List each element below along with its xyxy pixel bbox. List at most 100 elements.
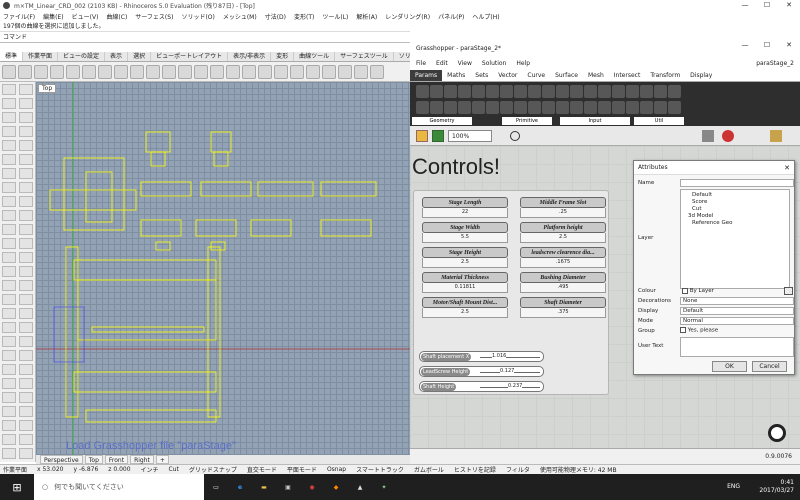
param-value[interactable]: 2.5 [520, 233, 606, 243]
sidebar-tool-icon[interactable] [19, 84, 33, 95]
component-icon[interactable] [458, 101, 471, 114]
sidebar-tool-icon[interactable] [2, 210, 16, 221]
sidebar-tool-icon[interactable] [2, 294, 16, 305]
component-icon[interactable] [500, 85, 513, 98]
colour-swatch[interactable] [784, 287, 793, 295]
gh-close-button[interactable]: ✕ [778, 40, 800, 51]
param-value[interactable]: 5.5 [422, 233, 508, 243]
sidebar-tool-icon[interactable] [2, 168, 16, 179]
sidebar-tool-icon[interactable] [19, 112, 33, 123]
component-icon[interactable] [472, 85, 485, 98]
sidebar-tool-icon[interactable] [19, 196, 33, 207]
layer-tree[interactable]: Default Score Cut 3d Model Reference Geo [680, 189, 790, 289]
sidebar-tool-icon[interactable] [2, 406, 16, 417]
component-icon[interactable] [416, 101, 429, 114]
toolbar-tab[interactable]: 変形 [271, 52, 295, 61]
by-layer-checkbox[interactable] [682, 287, 688, 294]
sidebar-tool-icon[interactable] [2, 322, 16, 333]
sketch-icon[interactable] [770, 130, 782, 142]
layer-item[interactable]: Cut [684, 206, 786, 213]
grasshopper-task-icon[interactable]: ✦ [372, 484, 396, 491]
param-value[interactable]: 2.5 [422, 258, 508, 268]
component-icon[interactable] [668, 85, 681, 98]
component-icon[interactable] [626, 85, 639, 98]
status-item[interactable]: 作業平面 [3, 465, 27, 474]
sidebar-tool-icon[interactable] [19, 98, 33, 109]
status-item[interactable]: フィルタ [506, 465, 530, 474]
number-param[interactable]: Material Thickness 0.11811 [422, 272, 508, 294]
toolbar-tool-icon[interactable] [66, 64, 80, 79]
sidebar-tool-icon[interactable] [2, 154, 16, 165]
sidebar-tool-icon[interactable] [2, 448, 16, 459]
toolbar-tool-icon[interactable] [162, 64, 176, 79]
toolbar-tab[interactable]: 曲線ツール [294, 52, 336, 61]
sidebar-tool-icon[interactable] [19, 392, 33, 403]
slider-value[interactable]: 0.127 [500, 368, 515, 374]
status-item[interactable]: ガムボール [414, 465, 444, 474]
viewport-tab[interactable]: Top [84, 455, 103, 464]
menu-item[interactable]: ファイル(F) [3, 12, 35, 21]
sidebar-tool-icon[interactable] [19, 280, 33, 291]
sidebar-tool-icon[interactable] [19, 252, 33, 263]
open-file-icon[interactable] [416, 130, 428, 142]
sidebar-tool-icon[interactable] [19, 322, 33, 333]
system-tray[interactable]: ENG 0:41 2017/03/27 [727, 479, 800, 495]
sidebar-tool-icon[interactable] [2, 224, 16, 235]
gh-minimize-button[interactable]: — [734, 40, 756, 51]
toolbar-tool-icon[interactable] [146, 64, 160, 79]
number-slider[interactable]: Shaft Height 0.237 [419, 381, 544, 392]
status-item[interactable]: 平面モード [287, 465, 317, 474]
toolbar-tool-icon[interactable] [114, 64, 128, 79]
gh-document-name[interactable]: paraStage_2 [756, 60, 794, 67]
slider-value[interactable]: 1.016 [492, 353, 507, 359]
component-icon[interactable] [486, 101, 499, 114]
sidebar-tool-icon[interactable] [19, 224, 33, 235]
gh-component-tab[interactable]: Sets [470, 70, 493, 81]
toolbar-tab[interactable]: サーフェスツール [335, 52, 394, 61]
toolbar-tool-icon[interactable] [98, 64, 112, 79]
gh-component-tab[interactable]: Curve [522, 70, 550, 81]
component-icon[interactable] [458, 85, 471, 98]
sidebar-tool-icon[interactable] [19, 126, 33, 137]
sidebar-tool-icon[interactable] [19, 364, 33, 375]
component-icon[interactable] [416, 85, 429, 98]
menu-item[interactable]: 解析(A) [356, 12, 377, 21]
taskbar-search[interactable]: ○ 何でも聞いてください [34, 474, 204, 500]
sidebar-tool-icon[interactable] [19, 266, 33, 277]
status-item[interactable]: y -6.876 [73, 466, 98, 473]
component-icon[interactable] [598, 85, 611, 98]
sidebar-tool-icon[interactable] [2, 434, 16, 445]
menu-item[interactable]: ツール(L) [322, 12, 348, 21]
user-text-input[interactable] [680, 337, 794, 357]
component-icon[interactable] [640, 85, 653, 98]
sidebar-tool-icon[interactable] [2, 126, 16, 137]
status-item[interactable]: グリッドスナップ [189, 465, 237, 474]
minimize-button[interactable]: — [734, 0, 756, 11]
sidebar-tool-icon[interactable] [2, 392, 16, 403]
status-item[interactable]: Osnap [327, 466, 346, 473]
toolbar-tool-icon[interactable] [290, 64, 304, 79]
sidebar-tool-icon[interactable] [19, 434, 33, 445]
sidebar-tool-icon[interactable] [2, 364, 16, 375]
sidebar-tool-icon[interactable] [19, 350, 33, 361]
param-value[interactable]: 2.5 [422, 308, 508, 318]
param-value[interactable]: .25 [520, 208, 606, 218]
sidebar-tool-icon[interactable] [2, 238, 16, 249]
sidebar-tool-icon[interactable] [19, 336, 33, 347]
component-icon[interactable] [668, 101, 681, 114]
sidebar-tool-icon[interactable] [2, 98, 16, 109]
viewport-tab[interactable]: Perspective [40, 455, 83, 464]
app-icon[interactable]: ◆ [324, 484, 348, 491]
component-icon[interactable] [612, 101, 625, 114]
sidebar-tool-icon[interactable] [2, 84, 16, 95]
gh-maximize-button[interactable]: ☐ [756, 40, 778, 51]
sidebar-tool-icon[interactable] [19, 420, 33, 431]
sidebar-tool-icon[interactable] [2, 140, 16, 151]
component-icon[interactable] [514, 101, 527, 114]
sidebar-tool-icon[interactable] [19, 182, 33, 193]
toolbar-tab[interactable]: 標準 [0, 52, 24, 61]
gh-component-tab[interactable]: Maths [442, 70, 470, 81]
ok-button[interactable]: OK [712, 361, 747, 372]
status-item[interactable]: 使用可能物理メモリ: 42 MB [540, 465, 617, 474]
gh-component-tab[interactable]: Surface [550, 70, 583, 81]
